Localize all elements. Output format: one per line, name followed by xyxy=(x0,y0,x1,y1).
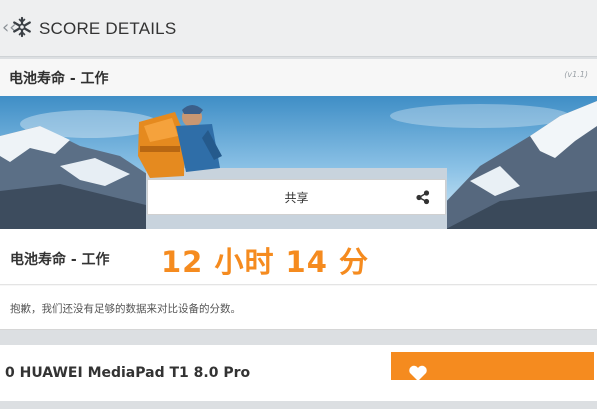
top-bar: ‹‹ SCORE DETAILS xyxy=(0,0,597,57)
score-card: 电池寿命 - 工作 (v1.1) 共享 电池寿命 - 工作 12 小时 14 分… xyxy=(0,59,597,330)
page-title: SCORE DETAILS xyxy=(39,19,177,38)
snowflake-icon[interactable] xyxy=(11,16,33,38)
share-button[interactable]: 共享 xyxy=(147,179,446,215)
card-header: 电池寿命 - 工作 (v1.1) xyxy=(0,59,597,95)
device-row: 0 HUAWEI MediaPad T1 8.0 Pro xyxy=(0,345,597,401)
result-label: 电池寿命 - 工作 xyxy=(10,252,110,268)
device-name: 0 HUAWEI MediaPad T1 8.0 Pro xyxy=(5,365,251,381)
version-label: (v1.1) xyxy=(564,70,588,79)
favorite-button[interactable] xyxy=(391,352,594,381)
result-row: 电池寿命 - 工作 12 小时 14 分 xyxy=(0,229,597,285)
comparison-note: 抱歉，我们还没有足够的数据来对比设备的分数。 xyxy=(0,286,597,330)
note-text: 抱歉，我们还没有足够的数据来对比设备的分数。 xyxy=(10,303,241,315)
score-value: 12 小时 14 分 xyxy=(161,245,370,279)
heart-icon xyxy=(409,365,427,381)
share-icon xyxy=(416,190,430,205)
share-label: 共享 xyxy=(284,190,309,205)
card-title: 电池寿命 - 工作 xyxy=(9,71,109,87)
